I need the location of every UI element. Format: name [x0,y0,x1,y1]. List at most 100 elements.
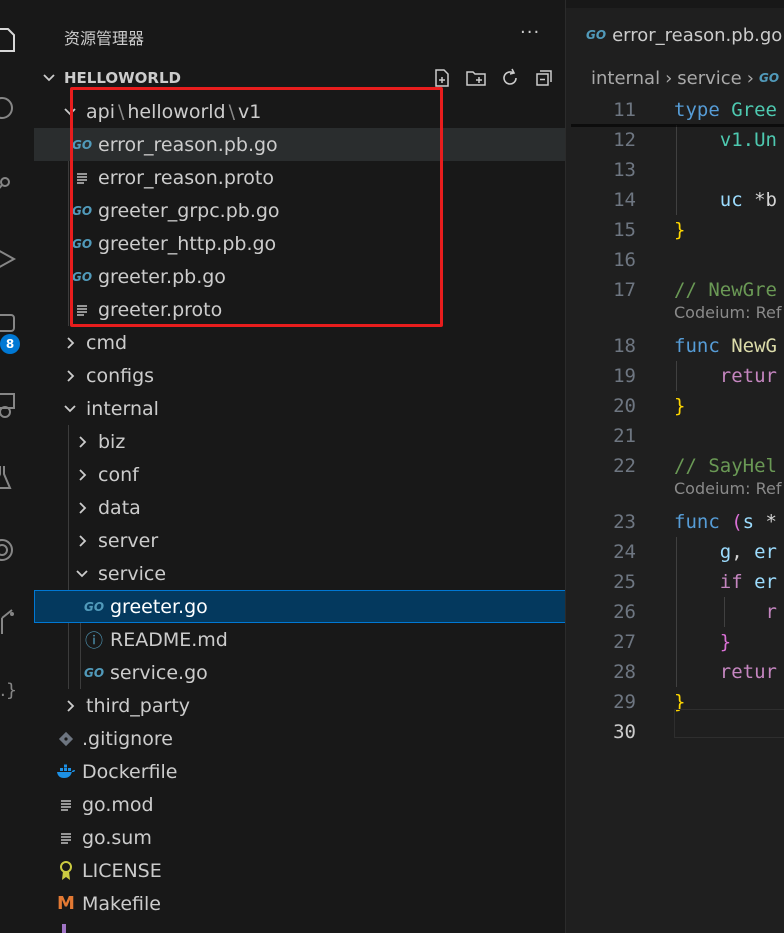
code-token: } [674,395,686,417]
tree-file-service-go[interactable]: GO service.go [34,656,565,689]
breadcrumb-item[interactable]: internal [591,68,660,89]
code-text: type Gree [674,99,777,121]
docker-icon [54,760,78,784]
code-token: Gree [731,99,777,121]
code-line[interactable]: 25 if er [566,567,784,597]
tree-file-error-reason-proto[interactable]: error_reason.proto [34,161,565,194]
file-label: greeter_http.pb.go [98,232,277,255]
path-separator: \ [228,100,236,123]
new-folder-icon[interactable] [465,66,487,90]
editor: GO error_reason.pb.go internal › service… [566,0,784,933]
tree-file-partial[interactable] [34,920,565,933]
code-token: func [674,511,732,533]
line-number: 18 [613,335,636,357]
code-line[interactable]: 18 func NewG [566,331,784,361]
tree-folder-api[interactable]: api \ helloworld \ v1 [34,95,565,128]
file-label: Makefile [82,892,161,915]
tree-file-go-mod[interactable]: go.mod [34,788,565,821]
tree-folder-conf[interactable]: conf [34,458,565,491]
folder-label: configs [86,364,155,387]
code-line[interactable]: 21 [566,421,784,451]
line-number: 21 [613,425,636,447]
tree-file-greeter-proto[interactable]: greeter.proto [34,293,565,326]
code-text: if er [674,571,777,593]
tree-file-go-sum[interactable]: go.sum [34,821,565,854]
tree-file-gitignore[interactable]: .gitignore [34,722,565,755]
tree-file-makefile[interactable]: M Makefile [34,887,565,920]
code-token: s [742,511,766,533]
search-icon[interactable] [0,96,20,124]
code-token: retur [674,661,777,683]
folder-label: cmd [86,331,128,354]
project-header[interactable]: HELLOWORLD [34,66,565,90]
tree-folder-cmd[interactable]: cmd [34,326,565,359]
tree-folder-service[interactable]: service [34,557,565,590]
breadcrumb: internal › service › GO [566,64,784,92]
tab-bar: GO error_reason.pb.go [566,0,784,62]
folder-label: third_party [86,694,191,717]
more-actions-icon[interactable]: ··· [520,22,540,43]
remote-explorer-icon[interactable] [0,392,20,420]
code-line[interactable]: 23 func (s * [566,507,784,537]
codeium-code-lens[interactable]: Codeium: Ref [674,479,781,498]
line-number: 29 [613,691,636,713]
tree-file-license[interactable]: LICENSE [34,854,565,887]
file-label: go.mod [82,793,154,816]
tree-file-greeter-http-pb-go[interactable]: GO greeter_http.pb.go [34,227,565,260]
project-name: HELLOWORLD [64,69,181,87]
code-line[interactable]: 20} [566,391,784,421]
tree-file-error-reason-pb-go[interactable]: GO error_reason.pb.go [34,128,565,161]
tree-file-greeter-grpc-pb-go[interactable]: GO greeter_grpc.pb.go [34,194,565,227]
code-token: er [754,571,777,593]
folder-label: helloworld [127,100,226,123]
run-debug-icon[interactable] [0,246,20,274]
lines-file-icon [70,298,94,322]
openai-icon[interactable] [0,536,20,564]
code-line[interactable]: 28 retur [566,657,784,687]
go-file-icon: GO [71,269,93,284]
line-number: 20 [613,395,636,417]
code-line[interactable]: 15} [566,215,784,245]
tree-file-dockerfile[interactable]: Dockerfile [34,755,565,788]
tree-file-greeter-pb-go[interactable]: GO greeter.pb.go [34,260,565,293]
code-line[interactable]: 11 type Gree [566,95,784,125]
testing-icon[interactable] [0,464,20,492]
chevron-right-icon [70,496,94,520]
explorer-sidebar: 资源管理器 ··· HELLOWORLD api \ helloworld \ v1 G… [34,0,566,933]
breadcrumb-item[interactable]: service [677,68,741,89]
tree-folder-biz[interactable]: biz [34,425,565,458]
tab-label: error_reason.pb.go [612,24,783,46]
git-graph-icon[interactable] [0,608,20,636]
tree-folder-server[interactable]: server [34,524,565,557]
line-number: 11 [613,99,636,121]
tree-folder-data[interactable]: data [34,491,565,524]
tree-folder-internal[interactable]: internal [34,392,565,425]
collapse-all-icon[interactable] [533,66,555,90]
code-line[interactable]: 24 g, er [566,537,784,567]
codeium-code-lens[interactable]: Codeium: Ref [674,303,781,322]
tree-folder-configs[interactable]: configs [34,359,565,392]
code-token: * [765,511,777,533]
tree-file-greeter-go[interactable]: GO greeter.go [34,590,565,623]
code-line[interactable]: 27 } [566,627,784,657]
code-line[interactable]: 14 uc *b [566,185,784,215]
code-line[interactable]: 22 // SayHel [566,451,784,481]
code-line[interactable]: 19 retur [566,361,784,391]
tab-error-reason-pb-go[interactable]: GO error_reason.pb.go [566,8,784,62]
source-control-icon[interactable] [0,172,20,200]
code-line[interactable]: 12 v1.Un [566,125,784,155]
new-file-icon[interactable] [431,66,453,90]
code-line[interactable]: 13 [566,155,784,185]
json-icon[interactable]: .} [0,680,20,708]
go-file-icon: GO [71,203,93,218]
code-line[interactable]: 26 r [566,597,784,627]
code-line[interactable]: 16 [566,245,784,275]
code-token: type [674,99,732,121]
code-token: er [754,541,777,563]
code-line[interactable]: 17 // NewGre [566,275,784,305]
tree-file-readme-md[interactable]: ⓘ README.md [34,623,565,656]
tree-folder-third-party[interactable]: third_party [34,689,565,722]
explorer-icon[interactable] [0,26,20,54]
refresh-icon[interactable] [499,66,521,90]
code-token: func [674,335,732,357]
